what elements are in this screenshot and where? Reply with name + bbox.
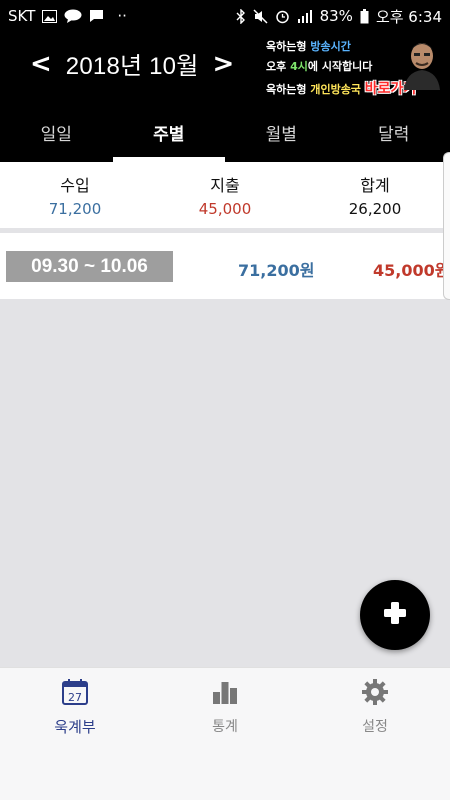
- signal-icon: [297, 9, 313, 23]
- nav-ledger-label: 욱계부: [54, 718, 96, 736]
- week-range-label: 09.30 ~ 10.06: [6, 251, 173, 282]
- bar-chart-icon: [211, 678, 239, 710]
- app-header: < 2018년 10월 > 옥하는형 방송시간 오후 4시에 시작합니다 옥하는…: [0, 32, 450, 102]
- nav-statistics[interactable]: 통계: [150, 668, 300, 800]
- calendar-icon: 27: [61, 678, 89, 710]
- income-summary: 수입 71,200: [0, 162, 150, 228]
- expense-total: 45,000: [198, 200, 252, 218]
- week-income-amount: 71,200원: [238, 261, 315, 280]
- side-drawer-handle[interactable]: [443, 152, 450, 300]
- tab-monthly[interactable]: 월별: [225, 102, 338, 162]
- ad-line-1: 옥하는형 방송시간: [266, 40, 351, 53]
- tab-calendar[interactable]: 달력: [338, 102, 450, 162]
- clock-time: 오후 6:34: [375, 7, 442, 26]
- list-item[interactable]: 09.30 ~ 10.06 71,200원 45,000원: [0, 233, 450, 299]
- next-month-button[interactable]: >: [213, 51, 235, 77]
- month-title: 2018년 10월: [65, 53, 199, 80]
- alarm-icon: [275, 9, 290, 24]
- battery-icon: [360, 8, 369, 24]
- plus-icon: [384, 602, 406, 628]
- income-total: 71,200: [48, 200, 102, 218]
- bottom-navigation: 27 욱계부 통계 설정: [0, 667, 450, 800]
- status-bar: SKT ·· 83% 오후 6:34: [0, 0, 450, 32]
- broadcaster-avatar-image: [400, 36, 444, 90]
- gear-icon: [361, 678, 389, 710]
- bluetooth-icon: [236, 8, 246, 24]
- month-navigator: < 2018년 10월 >: [30, 46, 234, 81]
- carrier-label: SKT: [8, 7, 36, 25]
- week-expense-amount: 45,000원: [373, 261, 450, 280]
- expense-label: 지출: [210, 176, 240, 195]
- nav-ledger[interactable]: 27 욱계부: [0, 668, 150, 800]
- ad-line-2: 오후 4시에 시작합니다: [266, 60, 373, 73]
- expense-summary: 지출 45,000: [150, 162, 300, 228]
- calendar-icon-day: 27: [68, 691, 82, 704]
- mute-icon: [253, 8, 268, 24]
- balance-label: 합계: [360, 176, 390, 195]
- message-notification-icon: [89, 9, 104, 23]
- more-notifications-dots: ··: [117, 7, 127, 25]
- nav-settings-label: 설정: [362, 719, 388, 735]
- period-tabs: 일일 주별 월별 달력: [0, 102, 450, 162]
- add-entry-button[interactable]: [360, 580, 430, 650]
- income-label: 수입: [60, 176, 90, 195]
- nav-settings[interactable]: 설정: [300, 668, 450, 800]
- previous-month-button[interactable]: <: [30, 51, 52, 77]
- balance-summary: 합계 26,200: [300, 162, 450, 228]
- ad-line-3: 옥하는형 개인방송국 바로가기: [266, 81, 417, 97]
- tab-weekly[interactable]: 주별: [112, 102, 226, 162]
- talk-notification-icon: [64, 9, 82, 23]
- image-notification-icon: [42, 9, 58, 23]
- nav-statistics-label: 통계: [212, 719, 238, 735]
- ad-banner[interactable]: 옥하는형 방송시간 오후 4시에 시작합니다 옥하는형 개인방송국 바로가기: [262, 32, 450, 102]
- battery-percent: 83%: [319, 7, 353, 25]
- balance-total: 26,200: [348, 200, 402, 218]
- summary-panel: 수입 71,200 지출 45,000 합계 26,200: [0, 162, 450, 228]
- tab-daily[interactable]: 일일: [0, 102, 113, 162]
